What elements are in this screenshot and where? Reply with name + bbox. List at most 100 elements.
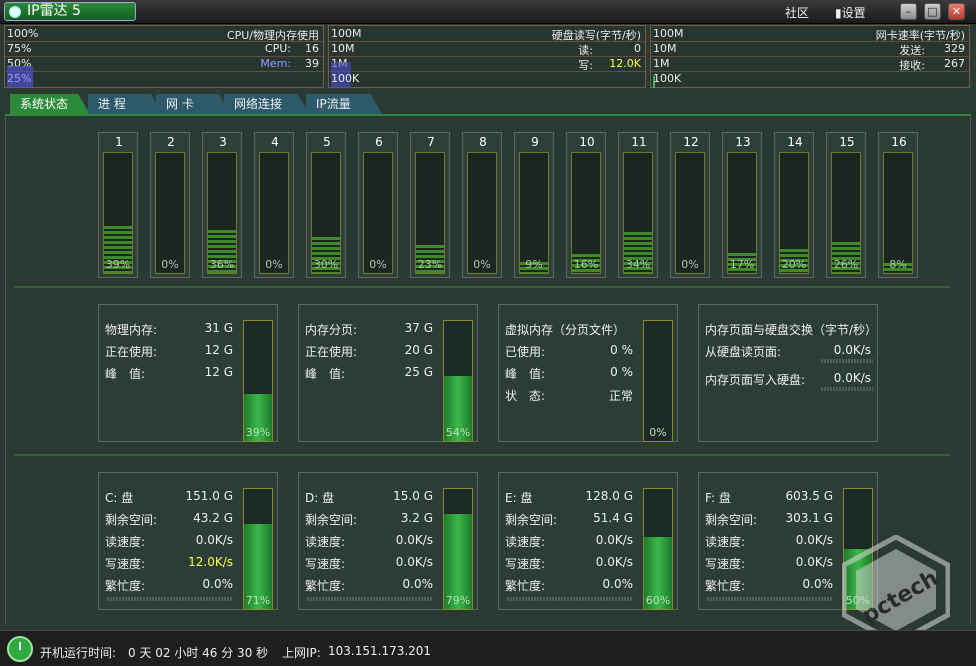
maximize-button[interactable]: □ xyxy=(924,3,941,20)
cpu-core-meter: 6 0% xyxy=(358,132,398,278)
disk-row-value: 0.0K/s xyxy=(395,533,433,547)
core-number: 10 xyxy=(579,135,595,149)
scale-label: 100M xyxy=(331,27,362,40)
bar-percent: 60% xyxy=(645,594,671,607)
core-bar: 0% xyxy=(259,152,289,274)
core-percent: 39% xyxy=(105,258,131,271)
disk-row-label: 写速度: xyxy=(105,557,146,571)
row-value: 31 G xyxy=(204,321,233,335)
divider xyxy=(14,454,950,456)
core-number: 9 xyxy=(531,135,539,149)
cpu-core-meter: 14 20% xyxy=(774,132,814,278)
community-link[interactable]: 社区 xyxy=(785,4,809,21)
tab-ip-traffic[interactable]: IP流量 xyxy=(306,94,382,114)
divider xyxy=(14,286,950,288)
settings-label: 设置 xyxy=(841,6,866,20)
disk-row-value: 43.2 G xyxy=(193,511,233,525)
disk-row-value: 0.0K/s xyxy=(795,555,833,569)
panel-title: 虚拟内存（分页文件） xyxy=(505,323,626,337)
tab-network-card[interactable]: 网 卡 xyxy=(156,94,230,114)
disk-panel: D: 盘 15.0 G 剩余空间: 3.2 G 读速度: 0.0K/s 写速度: 0.0K/s… xyxy=(298,472,478,610)
row-value: 0.0K/s xyxy=(833,343,871,357)
read-label: 读: xyxy=(578,44,593,57)
disk-row-value: 0.0K/s xyxy=(795,533,833,547)
send-value: 329 xyxy=(944,42,965,55)
disk-usage-bar: 60% xyxy=(643,488,673,610)
disk-row-label: 读速度: xyxy=(705,535,746,549)
disk-row-value: 0.0K/s xyxy=(195,533,233,547)
row-label: 峰 值: xyxy=(105,367,146,381)
core-number: 13 xyxy=(735,135,751,149)
core-number: 4 xyxy=(271,135,279,149)
bar-percent: 79% xyxy=(445,594,471,607)
cpu-core-meter: 16 8% xyxy=(878,132,918,278)
virtual-memory-panel: 虚拟内存（分页文件） 已使用: 0 % 峰 值: 0 % 状 态: 正常 0% xyxy=(498,304,678,442)
disk-row-value: 603.5 G xyxy=(785,489,833,503)
settings-link[interactable]: ▮设置 xyxy=(835,4,866,21)
core-percent: 36% xyxy=(209,258,235,271)
core-number: 11 xyxy=(631,135,647,149)
close-button[interactable]: ✕ xyxy=(948,3,965,20)
disk-row-value: 128.0 G xyxy=(585,489,633,503)
cpu-core-meter: 7 23% xyxy=(410,132,450,278)
disk-row-label: 写速度: xyxy=(305,557,346,571)
row-label: 正在使用: xyxy=(305,345,358,359)
minimize-button[interactable]: – xyxy=(900,3,917,20)
write-activity-bar xyxy=(821,387,873,391)
core-number: 8 xyxy=(479,135,487,149)
scale-label: 100K xyxy=(653,72,682,85)
row-value: 12 G xyxy=(204,343,233,357)
tab-system-status[interactable]: 系统状态 xyxy=(10,94,90,114)
title-bar: IP雷达 5 社区 ▮设置 – □ ✕ xyxy=(0,0,976,24)
scale-label: 10M xyxy=(653,42,677,55)
read-activity-bar xyxy=(821,359,873,363)
disk-row-value: 151.0 G xyxy=(185,489,233,503)
disk-row-label: 繁忙度: xyxy=(705,579,746,593)
core-percent: 0% xyxy=(265,258,283,271)
row-value: 12 G xyxy=(204,365,233,379)
cpu-core-meter: 1 39% xyxy=(98,132,138,278)
core-percent: 34% xyxy=(625,258,651,271)
core-number: 7 xyxy=(427,135,435,149)
tab-network-connections[interactable]: 网络连接 xyxy=(224,94,310,114)
scale-label: 25% xyxy=(7,72,32,85)
disk-row-label: 剩余空间: xyxy=(705,513,758,527)
core-bar: 8% xyxy=(883,152,913,274)
core-percent: 30% xyxy=(313,258,339,271)
core-bar: 9% xyxy=(519,152,549,274)
status-bar: 开机运行时间: 0 天 02 小时 46 分 30 秒 上网IP: 103.15… xyxy=(0,630,976,666)
cpu-core-meter: 5 30% xyxy=(306,132,346,278)
disk-row-value: 0.0K/s xyxy=(595,555,633,569)
disk-row-label: D: 盘 xyxy=(305,491,335,505)
graph-title: 网卡速率(字节/秒) xyxy=(875,29,965,42)
disk-panel: C: 盘 151.0 G 剩余空间: 43.2 G 读速度: 0.0K/s 写速度: 12.0… xyxy=(98,472,278,610)
disk-panel: E: 盘 128.0 G 剩余空间: 51.4 G 读速度: 0.0K/s 写速度: 0.0K… xyxy=(498,472,678,610)
busy-activity-bar xyxy=(107,597,233,601)
disk-row-value: 0.0% xyxy=(202,577,234,591)
core-bar: 17% xyxy=(727,152,757,274)
cpu-core-meter: 9 9% xyxy=(514,132,554,278)
core-bar: 0% xyxy=(467,152,497,274)
physical-memory-bar: 39% xyxy=(243,320,273,442)
cpu-core-meter: 8 0% xyxy=(462,132,502,278)
scale-label: 100K xyxy=(331,72,360,85)
disk-row-label: 剩余空间: xyxy=(505,513,558,527)
uptime-label: 开机运行时间: xyxy=(40,646,117,660)
core-percent: 26% xyxy=(833,258,859,271)
row-label: 峰 值: xyxy=(505,367,546,381)
disk-row-label: 写速度: xyxy=(705,557,746,571)
row-label: 正在使用: xyxy=(105,345,158,359)
disk-row-label: 繁忙度: xyxy=(105,579,146,593)
bar-percent: 39% xyxy=(245,426,271,439)
disk-row-value: 0.0% xyxy=(402,577,434,591)
core-percent: 8% xyxy=(889,258,907,271)
write-label: 写: xyxy=(578,59,593,72)
cpu-core-meter: 15 26% xyxy=(826,132,866,278)
core-bar: 39% xyxy=(103,152,133,274)
cpu-core-meter: 3 36% xyxy=(202,132,242,278)
row-label: 内存分页: xyxy=(305,323,358,337)
disk-row-value: 0.0% xyxy=(602,577,634,591)
core-bar: 26% xyxy=(831,152,861,274)
tab-processes[interactable]: 进 程 xyxy=(88,94,162,114)
row-value: 20 G xyxy=(404,343,433,357)
